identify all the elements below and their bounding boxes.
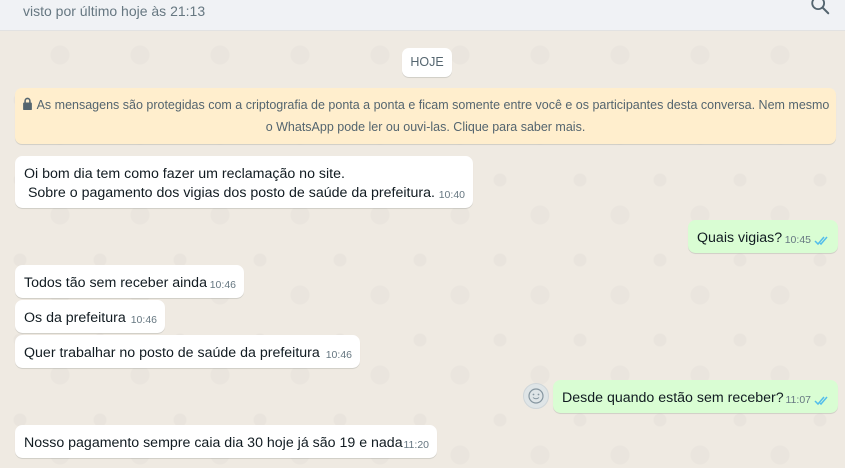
message-text: Os da prefeitura [24,310,126,326]
message-incoming[interactable]: Os da prefeitura 10:46 [15,300,165,333]
message-time: 11:20 [403,439,430,451]
search-icon[interactable] [809,0,831,16]
message-meta: 10:45 [785,234,830,246]
message-incoming[interactable]: Oi bom dia tem como fazer um reclamação … [15,156,473,208]
message-time: 10:40 [438,189,465,201]
smiley-icon [528,388,544,404]
encryption-notice-line1: As mensagens são protegidas com a cripto… [15,94,836,116]
message-outgoing[interactable]: Desde quando estão sem receber? 11:07 [553,380,838,413]
message-time: 10:46 [325,349,352,361]
message-meta: 10:46 [131,314,157,326]
message-outgoing[interactable]: Quais vigias? 10:45 [688,220,838,253]
message-meta: 11:07 [786,394,831,406]
message-text: Quais vigias? [697,230,783,246]
message-time: 11:07 [785,394,812,406]
message-incoming[interactable]: Quer trabalhar no posto de saúde da pref… [15,335,360,368]
message-meta: 11:20 [404,439,430,451]
encryption-text-line1: As mensagens são protegidas com a cripto… [36,98,830,112]
message-time: 10:45 [784,234,811,246]
encryption-text-line2: o WhatsApp pode ler ou ouvi-las. Clique … [265,120,586,134]
message-text: Oi bom dia tem como fazer um reclamação … [24,166,435,201]
message-text: Quer trabalhar no posto de saúde da pref… [24,345,320,361]
chat-header[interactable]: visto por último hoje às 21:13 [0,0,845,31]
double-check-icon [814,236,828,245]
message-time: 10:46 [209,279,236,291]
date-separator: HOJE [402,48,452,77]
message-meta: 10:40 [439,189,465,201]
double-check-icon [814,396,828,405]
message-meta: 10:46 [326,349,352,361]
message-text: Desde quando estão sem receber? [562,390,784,406]
message-time: 10:46 [130,314,157,326]
message-incoming[interactable]: Todos tão sem receber ainda 10:46 [15,265,244,298]
message-meta: 10:46 [210,279,236,291]
lock-icon [22,97,32,110]
avatar[interactable] [523,383,549,409]
last-seen-status: visto por último hoje às 21:13 [23,3,206,19]
message-text: Todos tão sem receber ainda [24,275,207,291]
message-text: Nosso pagamento sempre caia dia 30 hoje … [24,435,403,451]
encryption-notice[interactable]: As mensagens são protegidas com a cripto… [15,88,836,144]
message-incoming[interactable]: Nosso pagamento sempre caia dia 30 hoje … [15,425,437,458]
